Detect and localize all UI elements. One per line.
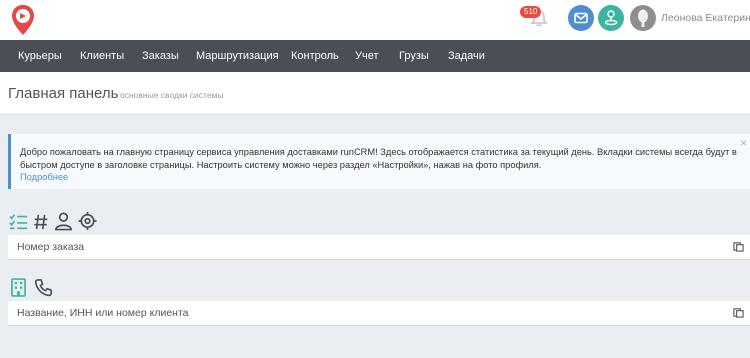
target-icon[interactable] xyxy=(78,211,97,231)
nav-item-accounting[interactable]: Учет xyxy=(355,40,379,72)
notifications-badge[interactable]: 510 xyxy=(520,6,542,18)
paste-icon[interactable] xyxy=(733,307,744,318)
order-number-input[interactable] xyxy=(17,235,717,259)
nav-item-orders[interactable]: Заказы xyxy=(142,40,179,72)
person-icon[interactable] xyxy=(54,211,73,231)
user-name[interactable]: Леонова Екатерина xyxy=(661,12,750,24)
nav-item-couriers[interactable]: Курьеры xyxy=(18,40,62,72)
map-button[interactable] xyxy=(598,5,624,31)
paste-icon[interactable] xyxy=(733,241,744,252)
welcome-alert: Добро пожаловать на главную страницу сер… xyxy=(8,134,750,189)
main-nav: Курьеры Клиенты Заказы Маршрутизация Кон… xyxy=(0,40,750,72)
nav-item-clients[interactable]: Клиенты xyxy=(80,40,124,72)
checklist-icon[interactable] xyxy=(9,212,29,232)
client-search-card xyxy=(8,301,750,326)
mail-icon xyxy=(574,12,588,24)
page-subtitle: основные сводки системы xyxy=(120,90,224,100)
phone-icon[interactable] xyxy=(34,278,53,297)
user-avatar[interactable] xyxy=(630,5,656,31)
hash-icon[interactable] xyxy=(33,212,49,232)
nav-item-routing[interactable]: Маршрутизация xyxy=(196,40,279,72)
order-search-card xyxy=(8,235,750,260)
mail-button[interactable] xyxy=(568,5,594,31)
top-bar: 510 Леонова Екатерина xyxy=(0,0,750,40)
page-title: Главная панель xyxy=(8,85,119,102)
nav-item-cargo[interactable]: Грузы xyxy=(399,40,429,72)
nav-item-control[interactable]: Контроль xyxy=(291,40,339,72)
more-link[interactable]: Подробнее xyxy=(20,172,68,182)
map-marker-icon xyxy=(604,10,618,26)
logo-pin-icon[interactable] xyxy=(10,4,36,36)
building-icon[interactable] xyxy=(11,278,26,297)
user-avatar-icon xyxy=(638,9,648,27)
client-search-input[interactable] xyxy=(17,301,717,325)
alert-text: Добро пожаловать на главную страницу сер… xyxy=(20,147,737,170)
nav-item-tasks[interactable]: Задачи xyxy=(448,40,485,72)
close-icon[interactable]: × xyxy=(740,136,747,150)
